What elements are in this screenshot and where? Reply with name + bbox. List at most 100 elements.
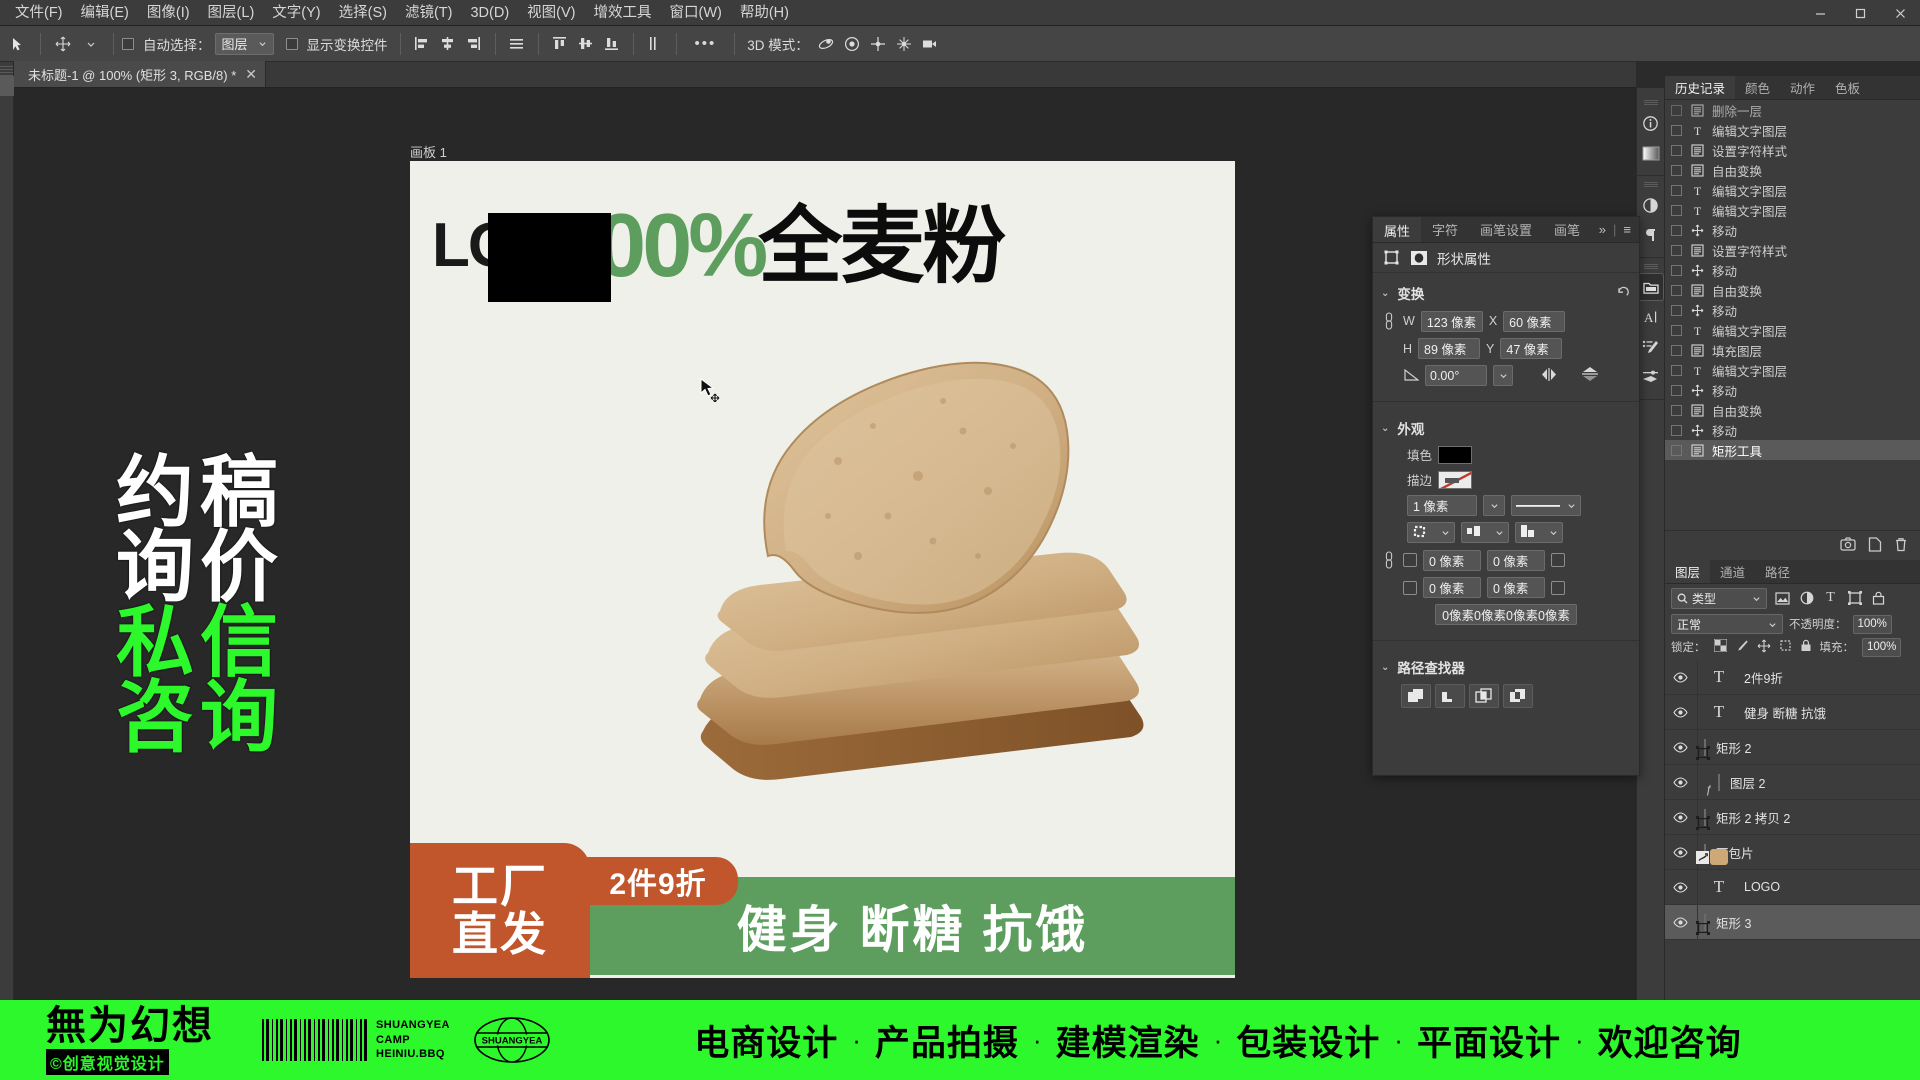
history-snapshot-checkbox[interactable] <box>1671 344 1682 356</box>
preset-chevron-down-icon[interactable] <box>77 31 105 57</box>
menu-item-layer[interactable]: 图层(L) <box>199 0 264 26</box>
x-input[interactable]: 60 像素 <box>1503 310 1566 332</box>
layer-visibility-toggle[interactable] <box>1669 916 1691 928</box>
layer-name[interactable]: 健身 断糖 抗饿 <box>1744 703 1826 722</box>
panel-menu-icon[interactable]: ≡ <box>1623 222 1631 237</box>
history-item[interactable]: 矩形工具 <box>1665 440 1920 460</box>
align-center-horizontal-icon[interactable] <box>435 32 461 56</box>
brush-settings-icon[interactable] <box>1638 363 1664 391</box>
toolbox-tool-slot[interactable] <box>0 96 14 116</box>
history-item[interactable]: T 编辑文字图层 <box>1665 360 1920 380</box>
stroke-color-swatch[interactable] <box>1438 470 1473 489</box>
history-item[interactable]: 移动 <box>1665 220 1920 240</box>
tab-actions[interactable]: 动作 <box>1780 76 1825 99</box>
move-preset-icon[interactable] <box>49 31 77 57</box>
opacity-input[interactable]: 100% <box>1852 614 1892 634</box>
radius-bottom-right-input[interactable]: 0 像素 <box>1487 577 1545 598</box>
layer-row[interactable]: 矩形 3 <box>1665 904 1920 940</box>
layer-thumbnail[interactable] <box>1696 843 1728 865</box>
angle-input[interactable]: 0.00° <box>1425 365 1487 386</box>
distribute-horizontal-icon[interactable] <box>504 32 530 56</box>
layer-visibility-toggle[interactable] <box>1669 741 1691 753</box>
adjustments-icon[interactable] <box>1638 191 1664 219</box>
history-item[interactable]: 移动 <box>1665 260 1920 280</box>
history-snapshot-checkbox[interactable] <box>1671 444 1682 456</box>
lock-position-icon[interactable] <box>1757 639 1771 656</box>
auto-select-checkbox[interactable] <box>122 37 134 50</box>
layer-thumbnail[interactable] <box>1696 738 1710 760</box>
radius-link-icon[interactable] <box>1381 549 1397 571</box>
history-item[interactable]: 移动 <box>1665 380 1920 400</box>
lock-all-icon[interactable] <box>1800 639 1812 655</box>
history-snapshot-checkbox[interactable] <box>1671 104 1682 116</box>
lock-transparent-icon[interactable] <box>1713 638 1727 655</box>
layer-row[interactable]: T 健身 断糖 抗饿 <box>1665 694 1920 730</box>
layer-row[interactable]: 矩形 2 <box>1665 729 1920 765</box>
new-document-icon[interactable] <box>1868 536 1882 555</box>
stroke-style-dropdown[interactable] <box>1511 495 1581 516</box>
tab-paths[interactable]: 路径 <box>1755 560 1800 583</box>
smart-object-filter-icon[interactable] <box>1870 588 1887 608</box>
menu-item-image[interactable]: 图像(I) <box>138 0 199 26</box>
layer-row[interactable]: ƒ 图层 2 <box>1665 764 1920 800</box>
history-item[interactable]: 移动 <box>1665 300 1920 320</box>
chevron-down-icon[interactable]: ⌄ <box>1381 423 1389 434</box>
fill-color-swatch[interactable] <box>1438 445 1473 464</box>
blend-mode-dropdown[interactable]: 正常 <box>1671 614 1783 634</box>
roll-3d-icon[interactable] <box>839 32 865 56</box>
document-tab[interactable]: 未标题-1 @ 100% (矩形 3, RGB/8) * ✕ <box>14 61 266 87</box>
layer-visibility-toggle[interactable] <box>1669 671 1691 683</box>
history-snapshot-checkbox[interactable] <box>1671 424 1682 436</box>
history-item[interactable]: 自由变换 <box>1665 280 1920 300</box>
menu-item-edit[interactable]: 编辑(E) <box>72 0 138 26</box>
history-item[interactable]: 移动 <box>1665 420 1920 440</box>
artboard[interactable]: LO 100% 全麦粉 工厂 直发 健身 断糖 抗饿 2件9折 <box>410 161 1235 978</box>
deal-tag[interactable]: 2件9折 <box>578 857 738 905</box>
stroke-corner-dropdown[interactable] <box>1515 522 1563 543</box>
menu-item-help[interactable]: 帮助(H) <box>731 0 798 26</box>
move-tool-icon[interactable] <box>4 31 32 57</box>
bread-image[interactable] <box>668 301 1203 831</box>
close-icon[interactable]: ✕ <box>245 67 257 81</box>
history-snapshot-checkbox[interactable] <box>1671 404 1682 416</box>
history-item[interactable]: 设置字符样式 <box>1665 240 1920 260</box>
angle-dropdown[interactable] <box>1493 365 1513 386</box>
flip-horizontal-icon[interactable] <box>1539 367 1559 385</box>
align-top-icon[interactable] <box>547 32 573 56</box>
stroke-cap-dropdown[interactable] <box>1461 522 1509 543</box>
toolbox-grip[interactable] <box>0 66 13 76</box>
history-item[interactable]: T 编辑文字图层 <box>1665 320 1920 340</box>
distribute-vertical-icon[interactable] <box>642 32 668 56</box>
gradient-icon[interactable] <box>1638 139 1664 167</box>
toolbox-tool-slot[interactable] <box>0 116 14 136</box>
layer-filter-type-dropdown[interactable]: 类型 <box>1671 587 1767 609</box>
tab-character[interactable]: 字符 <box>1421 217 1469 242</box>
history-item[interactable]: 自由变换 <box>1665 160 1920 180</box>
info-icon[interactable] <box>1638 109 1664 137</box>
history-snapshot-checkbox[interactable] <box>1671 144 1682 156</box>
appearance-section-header[interactable]: ⌄ 外观 <box>1373 414 1639 442</box>
history-snapshot-checkbox[interactable] <box>1671 184 1682 196</box>
history-snapshot-checkbox[interactable] <box>1671 384 1682 396</box>
history-snapshot-checkbox[interactable] <box>1671 164 1682 176</box>
layer-name[interactable]: 矩形 3 <box>1716 913 1751 932</box>
menu-item-view[interactable]: 视图(V) <box>518 0 584 26</box>
tab-brush-settings[interactable]: 画笔设置 <box>1469 217 1543 242</box>
menu-item-select[interactable]: 选择(S) <box>330 0 396 26</box>
history-item[interactable]: 填充图层 <box>1665 340 1920 360</box>
layer-thumbnail[interactable] <box>1696 913 1710 935</box>
history-item[interactable]: 设置字符样式 <box>1665 140 1920 160</box>
layer-name[interactable]: LOGO <box>1744 880 1780 894</box>
libraries-icon[interactable] <box>1637 273 1664 301</box>
auto-select-scope-dropdown[interactable]: 图层 <box>214 32 274 55</box>
delete-icon[interactable] <box>1894 537 1908 555</box>
close-button[interactable] <box>1880 0 1920 26</box>
radius-bottom-left-input[interactable]: 0 像素 <box>1423 577 1481 598</box>
tab-layers[interactable]: 图层 <box>1665 560 1711 583</box>
stroke-width-dropdown[interactable] <box>1483 495 1505 516</box>
layer-visibility-toggle[interactable] <box>1669 811 1691 823</box>
layer-row[interactable]: 面包片 <box>1665 834 1920 870</box>
flip-vertical-icon[interactable] <box>1581 366 1599 385</box>
menu-item-plugins[interactable]: 增效工具 <box>585 0 661 26</box>
character-icon[interactable]: A <box>1638 303 1664 331</box>
